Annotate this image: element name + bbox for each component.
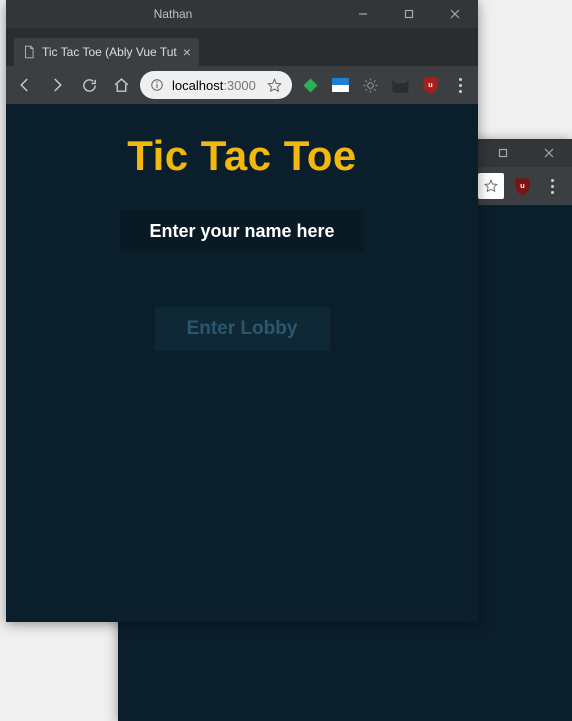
cat-icon [391,78,410,93]
arrow-right-icon [48,76,66,94]
site-info-icon[interactable] [150,78,164,92]
browser-menu-button[interactable] [448,78,472,93]
page-title: Tic Tac Toe [127,132,357,180]
home-icon [113,77,130,94]
tab-strip: Tic Tac Toe (Ably Vue Tut × [6,28,478,66]
close-icon [544,148,554,158]
maximize-button[interactable] [386,0,432,28]
gear-icon [362,77,379,94]
address-bar[interactable]: localhost:3000 [140,71,292,99]
tab-title: Tic Tac Toe (Ably Vue Tut [42,45,177,59]
address-bar[interactable] [478,173,504,199]
extension-icon-4[interactable] [388,73,412,97]
maximize-icon [404,9,414,19]
flag-icon [332,78,349,92]
browser-menu-button[interactable] [540,179,564,194]
url-host: localhost [172,78,223,93]
back-button[interactable] [12,72,38,98]
close-window-button[interactable] [526,139,572,167]
foreground-browser-window: Nathan Tic Tac Toe (Ably Vue Tut × local… [6,0,478,622]
maximize-button[interactable] [480,139,526,167]
maximize-icon [498,148,508,158]
arrow-left-icon [16,76,34,94]
bookmark-star-icon[interactable] [267,78,282,93]
browser-toolbar: localhost:3000 u [6,66,478,104]
close-icon [450,9,460,19]
extension-icon-3[interactable] [358,73,382,97]
url-port: :3000 [223,78,256,93]
page-body: Tic Tac Toe Enter Lobby [6,104,478,622]
forward-button[interactable] [44,72,70,98]
extension-icon-1[interactable] [298,73,322,97]
window-titlebar: Nathan [6,0,478,28]
reload-button[interactable] [76,72,102,98]
tab-close-button[interactable]: × [183,45,191,59]
browser-tab[interactable]: Tic Tac Toe (Ably Vue Tut × [14,38,199,66]
minimize-icon [358,9,368,19]
enter-lobby-button[interactable]: Enter Lobby [155,307,330,351]
url-text: localhost:3000 [172,78,256,93]
reload-icon [81,77,98,94]
close-window-button[interactable] [432,0,478,28]
ublock-icon[interactable]: u [418,73,442,97]
diamond-icon [302,77,319,94]
minimize-button[interactable] [340,0,386,28]
window-profile-name: Nathan [6,7,340,21]
extension-icon-2[interactable] [328,73,352,97]
player-name-input[interactable] [120,210,364,252]
page-icon [22,45,36,59]
svg-text:u: u [520,181,525,190]
home-button[interactable] [108,72,134,98]
svg-text:u: u [428,80,433,89]
ublock-icon[interactable]: u [510,174,534,198]
star-icon [484,179,498,193]
